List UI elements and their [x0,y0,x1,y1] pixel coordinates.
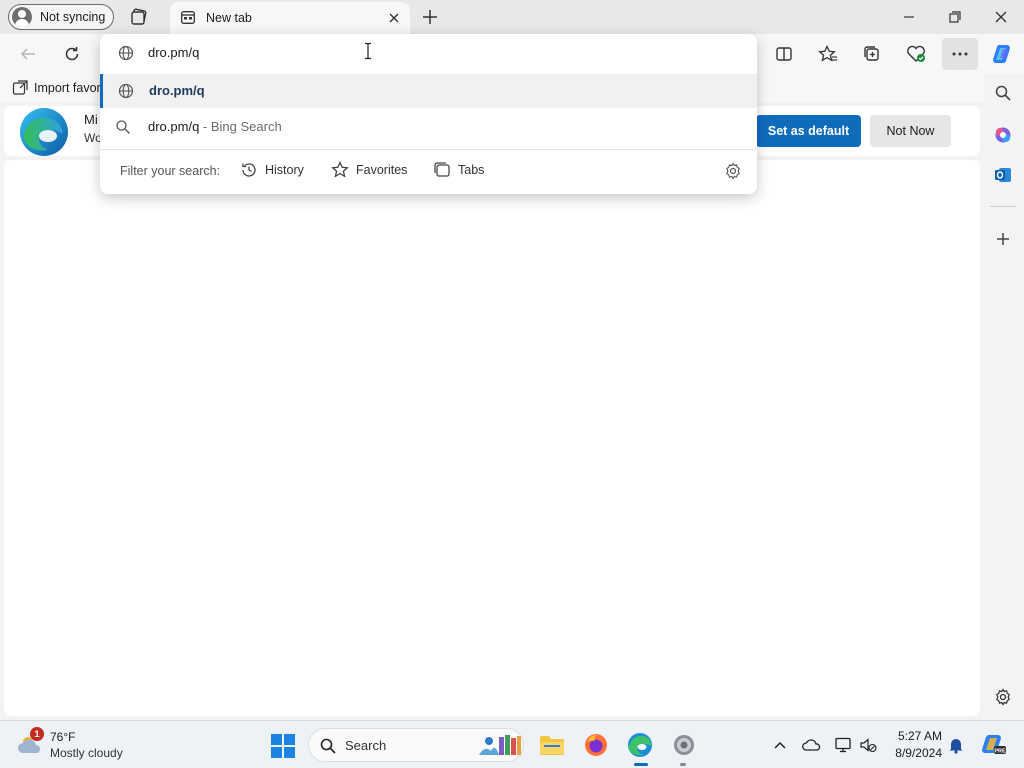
weather-badge: 1 [30,727,44,741]
clock-date[interactable]: 8/9/2024 [888,746,942,760]
edge-logo-icon [18,106,70,158]
copilot-icon[interactable] [990,42,1014,66]
history-icon [242,163,256,177]
suggestion-item[interactable]: dro.pm/q [100,74,757,108]
filter-favorites-label: Favorites [356,163,408,177]
search-icon [319,737,337,758]
globe-icon [118,83,134,102]
filter-history[interactable]: History [240,161,304,179]
search-icon [115,119,131,138]
suggestion-query: dro.pm/q [148,119,200,134]
tab-new-tab[interactable]: New tab [170,2,410,34]
taskbar-search-label: Search [345,738,387,753]
active-app-indicator [634,763,648,766]
import-favorites-label: Import favor [34,81,101,95]
taskbar: 1 76°F Mostly cloudy Search 5:27 AM 8/9/… [0,720,1024,768]
split-screen-icon[interactable] [772,42,796,66]
weather-temp: 76°F [50,730,76,744]
weather-description: Mostly cloudy [50,746,123,760]
import-icon [12,80,28,95]
outlook-icon[interactable] [992,164,1014,186]
workspaces-icon[interactable] [128,7,150,27]
globe-icon [118,45,134,64]
address-bar[interactable] [100,34,757,72]
suggestion-text: dro.pm/q [149,83,205,98]
close-window-icon[interactable] [990,6,1012,28]
filter-favorites[interactable]: Favorites [331,161,407,179]
back-arrow-icon[interactable] [16,42,40,66]
clock-time[interactable]: 5:27 AM [896,729,942,743]
microsoft-365-icon[interactable] [992,124,1014,146]
browser-essentials-icon[interactable] [904,42,928,66]
banner-title: Mi [84,112,98,127]
avatar-icon [12,7,32,27]
gear-icon[interactable] [992,686,1014,708]
restore-icon[interactable] [944,6,966,28]
speaker-muted-icon[interactable] [858,735,878,755]
set-as-default-button[interactable]: Set as default [756,115,861,147]
network-display-icon[interactable] [834,735,854,755]
add-icon[interactable] [992,228,1014,250]
taskbar-search[interactable]: Search [308,728,524,762]
running-app-indicator [680,763,686,766]
suggestion-suffix: - Bing Search [199,119,282,134]
divider [100,149,757,150]
new-tab-page-icon [181,11,195,24]
settings-more-icon[interactable] [942,38,978,70]
favorites-star-icon[interactable] [816,42,840,66]
search-highlight-icon [477,733,523,762]
right-sidebar [984,74,1024,718]
filter-tabs[interactable]: Tabs [433,161,484,179]
suggestion-text: dro.pm/q - Bing Search [148,119,282,134]
suggestion-item[interactable]: dro.pm/q - Bing Search [100,110,757,144]
star-icon [331,161,349,178]
profile-label: Not syncing [40,10,106,24]
notification-bell-icon[interactable] [946,735,966,755]
not-now-button[interactable]: Not Now [870,115,951,147]
tab-title: New tab [206,11,252,25]
profile-button[interactable]: Not syncing [8,4,114,30]
sidebar-divider [990,206,1016,207]
address-bar-dropdown: dro.pm/q dro.pm/q - Bing Search Filter y… [100,34,757,194]
import-favorites-button[interactable]: Import favor [12,80,101,96]
filter-tabs-label: Tabs [458,163,485,177]
refresh-icon[interactable] [60,42,84,66]
file-explorer-icon[interactable] [538,731,566,759]
filter-history-label: History [265,163,304,177]
copilot-preview-icon[interactable]: PRE [980,733,1006,757]
gear-icon[interactable] [724,162,742,183]
page-content [4,160,980,716]
search-icon[interactable] [992,82,1014,104]
title-bar: Not syncing New tab [0,0,1024,34]
firefox-icon[interactable] [582,731,610,759]
collections-icon[interactable] [860,42,884,66]
address-input[interactable] [148,45,708,60]
weather-widget[interactable]: 1 76°F Mostly cloudy [16,727,156,763]
svg-text:PRE: PRE [994,748,1006,754]
tabs-icon [434,162,450,177]
minimize-icon[interactable] [898,6,920,28]
new-tab-button[interactable] [420,7,440,27]
chevron-up-icon[interactable] [770,735,790,755]
edge-taskbar-icon[interactable] [626,731,654,759]
filter-label: Filter your search: [120,164,221,178]
onedrive-icon[interactable] [802,735,822,755]
text-cursor-icon [364,42,372,63]
settings-app-icon[interactable] [670,731,698,759]
windows-start-icon[interactable] [270,733,296,759]
close-tab-icon[interactable] [386,10,402,26]
